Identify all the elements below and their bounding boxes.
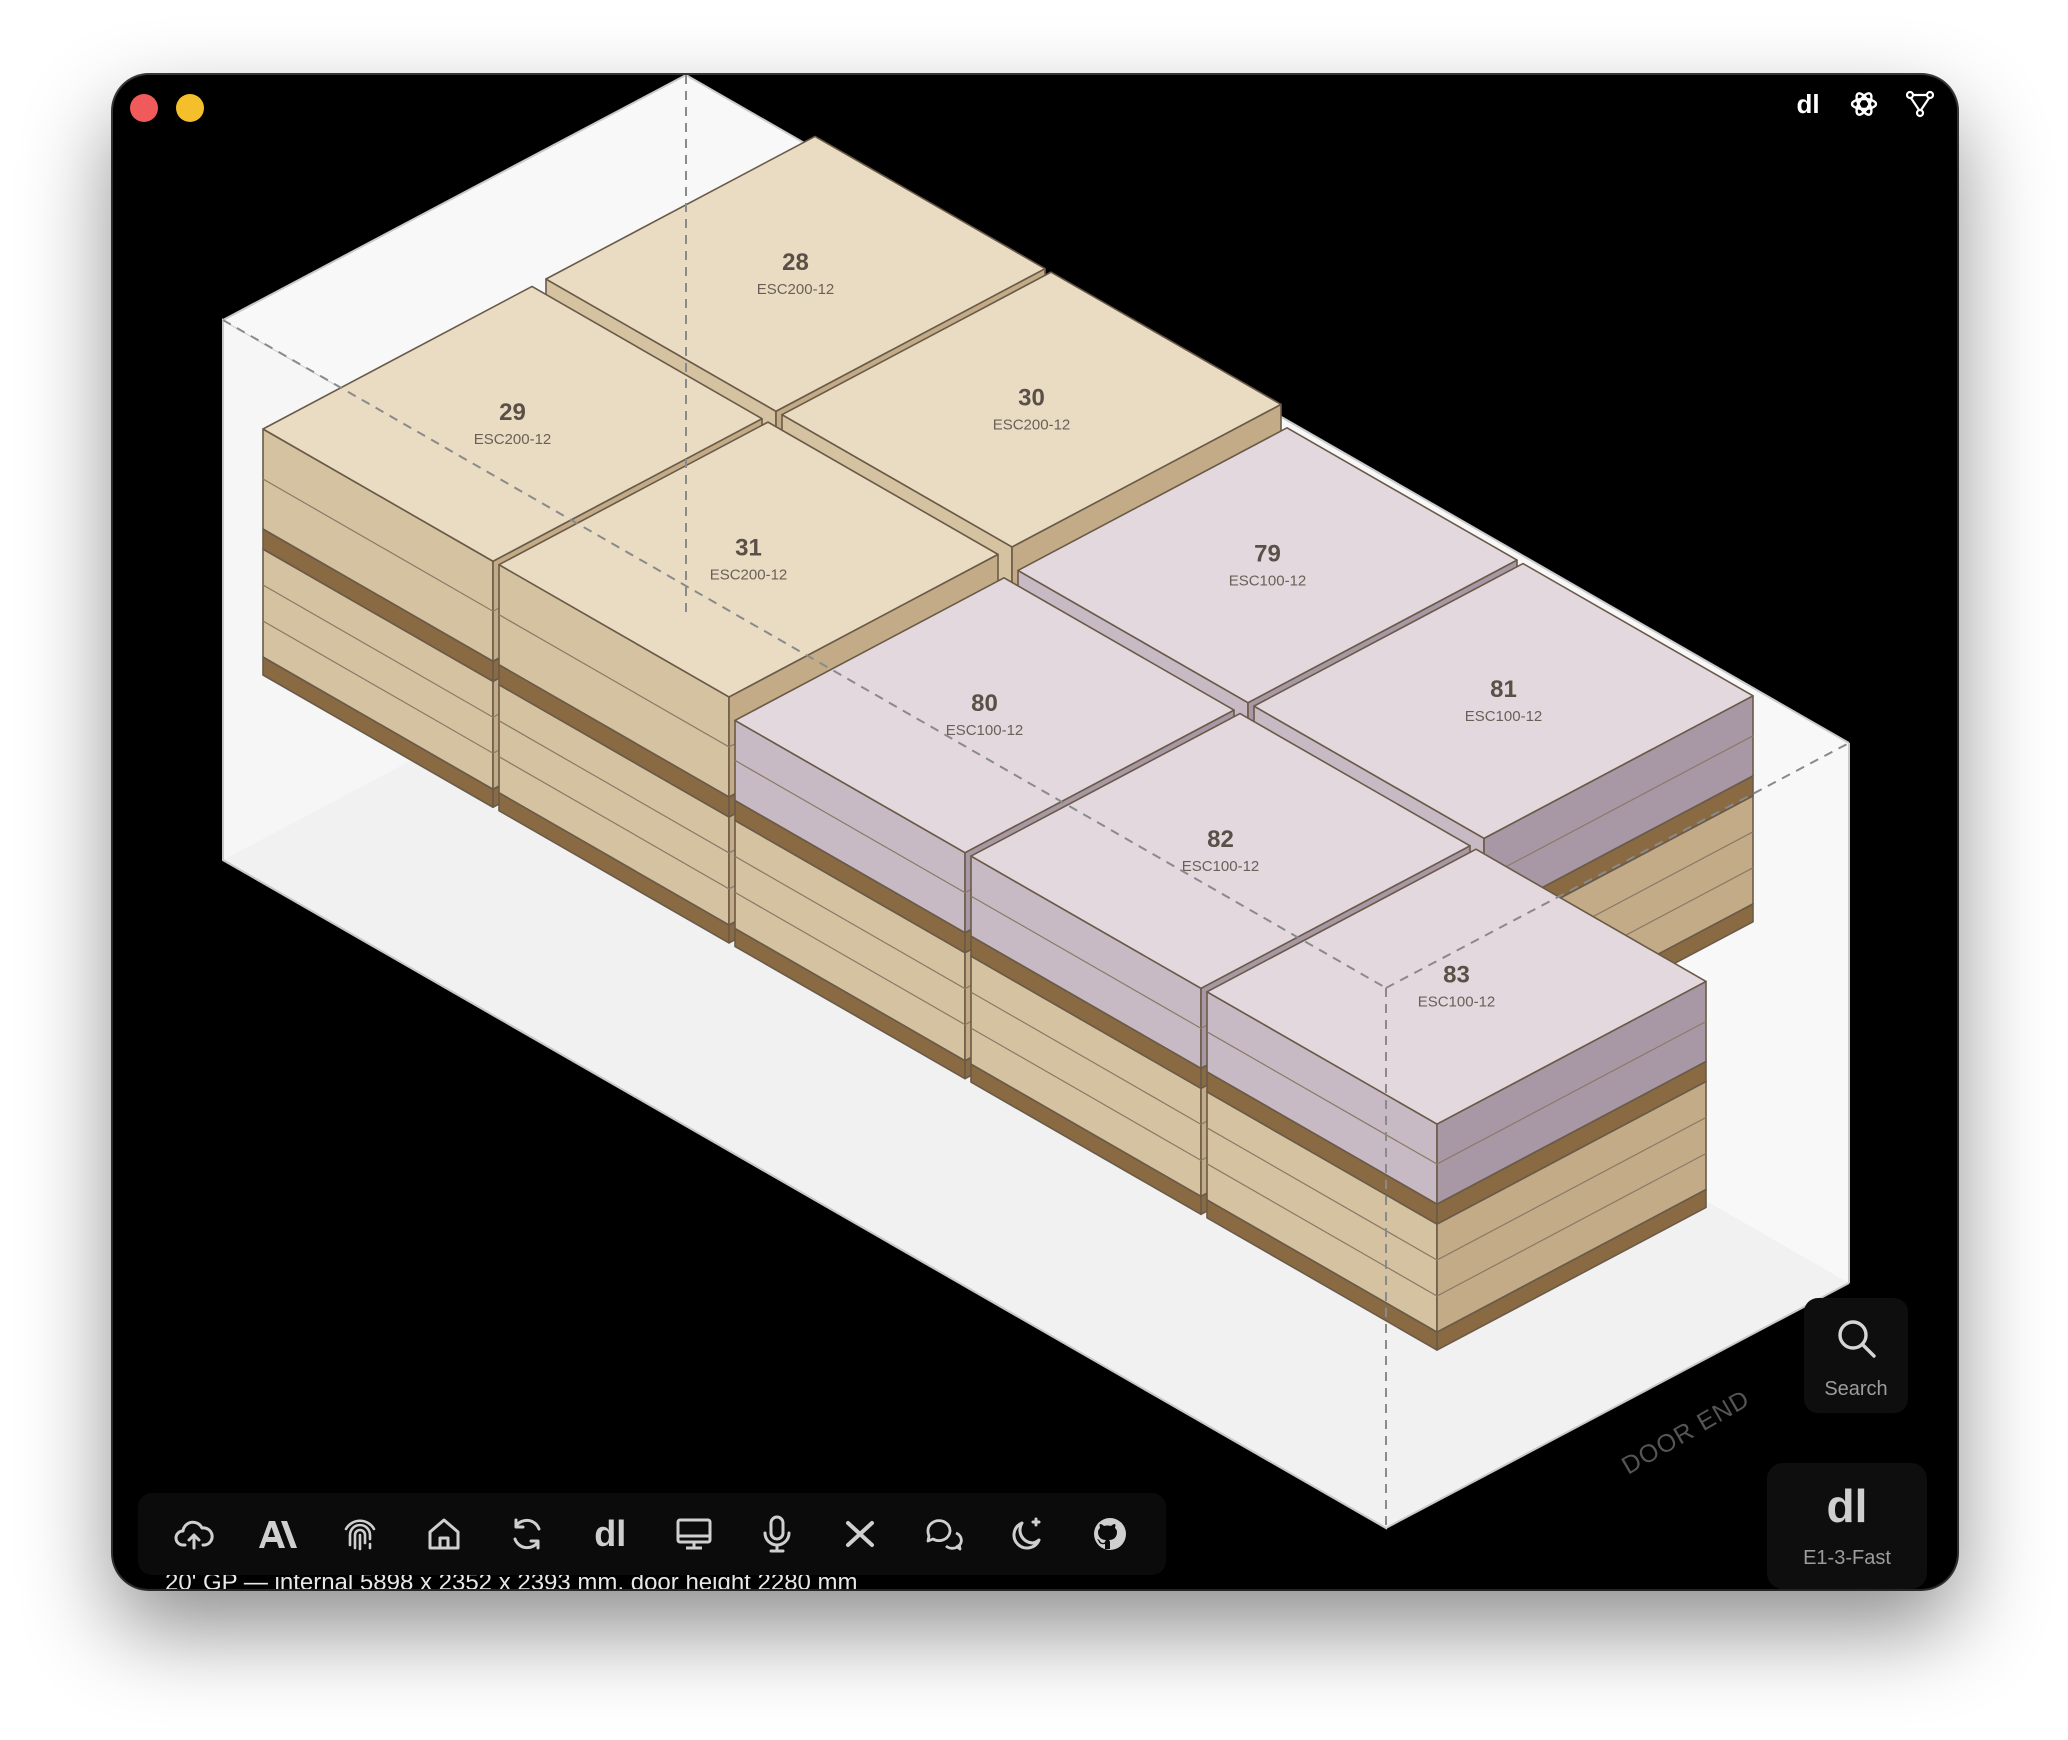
microphone-icon[interactable] [735, 1499, 818, 1569]
container-scene: 28 ESC200-12 29 ESC200-12 30 ESC200-12 31 ESC20… [222, 75, 1850, 1530]
cargo-box-number: 79 [1254, 540, 1281, 567]
moon-sparkle-icon[interactable] [985, 1499, 1068, 1569]
dl-logo-icon[interactable]: dl [1791, 87, 1825, 121]
dl-logo-icon[interactable]: dl [569, 1499, 652, 1569]
cargo-box-number: 28 [782, 249, 809, 276]
openai-icon[interactable] [1847, 87, 1881, 121]
cloud-upload-icon[interactable] [152, 1499, 235, 1569]
cargo-box-number: 82 [1207, 826, 1234, 853]
cargo-box-number: 83 [1443, 962, 1470, 989]
top-toolbar: dl [1791, 87, 1937, 121]
anthropic-icon[interactable] [235, 1499, 318, 1569]
cargo-box-sku: ESC200-12 [757, 281, 835, 298]
door-end-label: DOOR END [1617, 1385, 1755, 1481]
fingerprint-icon[interactable] [319, 1499, 402, 1569]
bottom-dock: dl [138, 1493, 1166, 1575]
model-logo: dl [1826, 1480, 1868, 1532]
search-button[interactable]: Search [1804, 1298, 1908, 1413]
close-window-button[interactable] [130, 94, 158, 122]
model-label: E1-3-Fast [1803, 1547, 1891, 1569]
monitor-icon[interactable] [652, 1499, 735, 1569]
home-icon[interactable] [402, 1499, 485, 1569]
search-icon [1838, 1320, 1876, 1358]
cargo-box-number: 80 [971, 690, 998, 717]
minimize-window-button[interactable] [176, 94, 204, 122]
cargo-box-sku: ESC100-12 [946, 722, 1024, 739]
model-selector-button[interactable]: dl E1-3-Fast [1767, 1463, 1927, 1589]
cargo-box-number: 81 [1490, 676, 1517, 703]
app-window: 28 ESC200-12 29 ESC200-12 30 ESC200-12 31 ESC20… [113, 75, 1957, 1589]
cargo-box-sku: ESC100-12 [1418, 994, 1496, 1011]
refresh-icon[interactable] [485, 1499, 568, 1569]
cargo-box-sku: ESC200-12 [993, 417, 1071, 434]
cargo-box-sku: ESC100-12 [1182, 858, 1260, 875]
x-icon[interactable] [819, 1499, 902, 1569]
cargo-box-number: 31 [735, 535, 762, 562]
cargo-box-sku: ESC100-12 [1465, 708, 1543, 725]
chat-icon[interactable] [902, 1499, 985, 1569]
cargo-box-number: 30 [1018, 385, 1045, 412]
cargo-box-sku: ESC100-12 [1229, 572, 1307, 589]
search-label: Search [1824, 1378, 1888, 1400]
cargo-box-sku: ESC200-12 [710, 567, 788, 584]
cargo-box-number: 29 [499, 399, 526, 426]
network-icon[interactable] [1903, 87, 1937, 121]
cargo-box-sku: ESC200-12 [474, 431, 552, 448]
github-icon[interactable] [1069, 1499, 1152, 1569]
